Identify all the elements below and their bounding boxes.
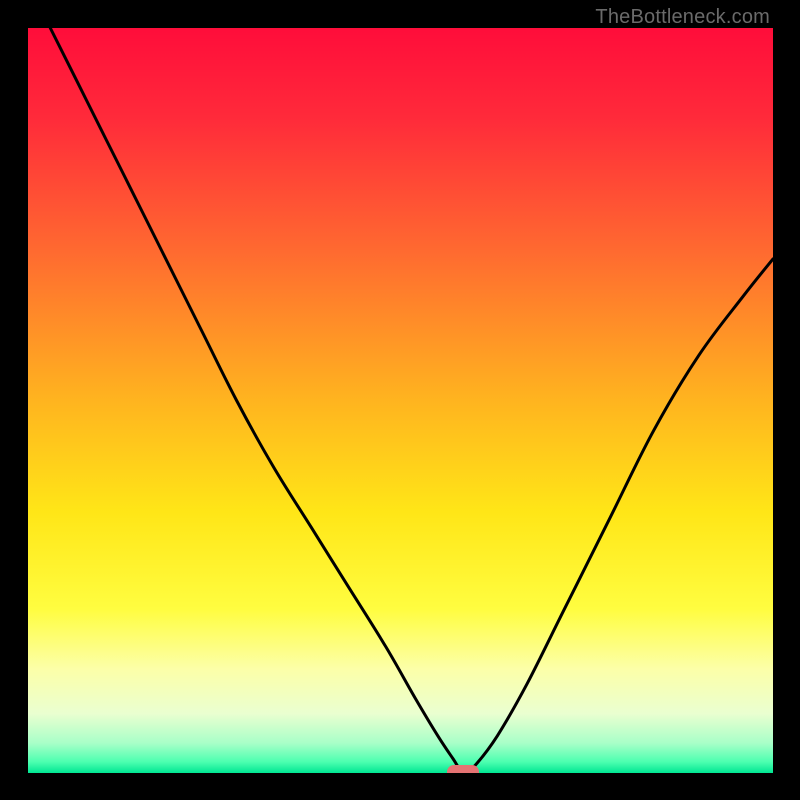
watermark-label: TheBottleneck.com	[595, 6, 770, 29]
background-gradient	[28, 28, 773, 773]
plot-area	[28, 28, 773, 773]
optimal-marker	[447, 765, 479, 773]
chart-frame: TheBottleneck.com	[0, 0, 800, 800]
